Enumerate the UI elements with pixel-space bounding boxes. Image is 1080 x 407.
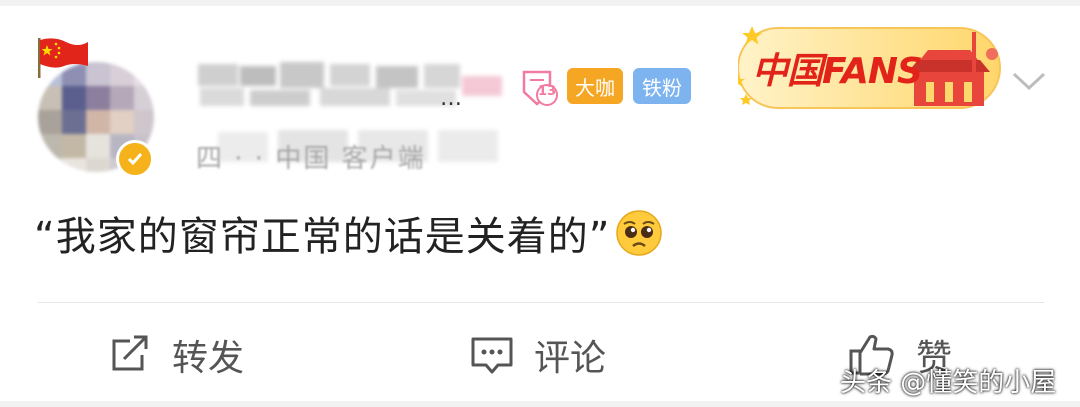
post-meta: 四 · · 中国 客户端: [196, 144, 426, 174]
repost-button[interactable]: 转发: [108, 330, 244, 380]
post-content-text: “我家的窗帘正常的话是关着的”: [34, 214, 611, 260]
china-fans-text: 中国FANS: [752, 51, 923, 92]
comment-icon: [471, 337, 513, 374]
tag-tiefen[interactable]: 铁粉: [633, 68, 691, 104]
pleading-face-emoji-icon: [616, 210, 663, 256]
username-mosaic[interactable]: [180, 56, 520, 116]
tag-daka[interactable]: 大咖: [567, 68, 623, 104]
divider: [38, 302, 1044, 303]
post-content: “我家的窗帘正常的话是关着的”: [34, 204, 664, 262]
comment-button[interactable]: 评论: [470, 330, 606, 380]
comment-label: 评论: [534, 338, 607, 379]
watermark: 头条 @懂笑的小屋: [840, 368, 1057, 398]
username-ellipsis: …: [440, 86, 462, 111]
repost-icon: [112, 335, 148, 371]
weibo-post-card: … 四 · · 中国 客户端 13 大咖 铁粉 中国FANS “我家的窗帘正常的…: [0, 6, 1080, 401]
chevron-down-icon[interactable]: [1010, 70, 1048, 94]
level-number: 13: [538, 84, 557, 99]
repost-label: 转发: [172, 338, 245, 379]
verified-badge-icon: [116, 140, 154, 178]
china-flag-icon: [38, 38, 88, 78]
